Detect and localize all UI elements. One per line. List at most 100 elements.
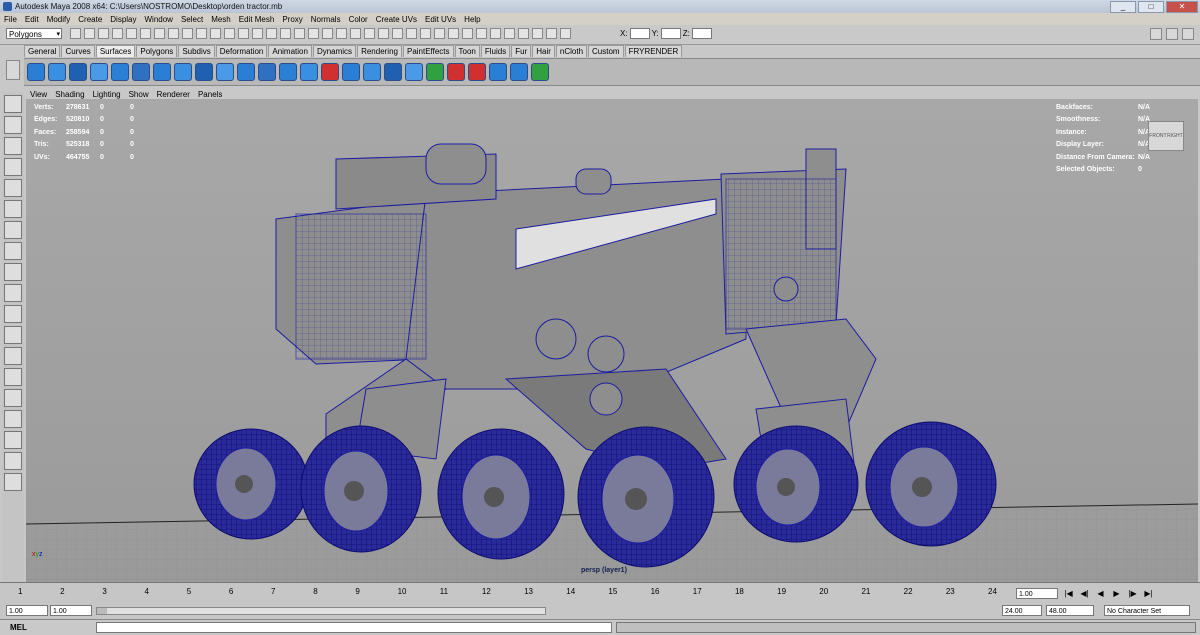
shelf-tab-fur[interactable]: Fur <box>511 45 532 57</box>
status-tool-icon[interactable] <box>434 28 445 39</box>
x-field[interactable] <box>629 28 650 39</box>
shelf-tool-icon[interactable] <box>342 63 360 81</box>
play-forward-icon[interactable]: ▶ <box>1110 588 1123 599</box>
shelf-tab-polygons[interactable]: Polygons <box>136 45 178 57</box>
menu-proxy[interactable]: Proxy <box>278 15 306 24</box>
panel-menu-panels[interactable]: Panels <box>194 90 226 99</box>
command-input[interactable] <box>96 622 612 633</box>
shelf-tab-hair[interactable]: Hair <box>532 45 555 57</box>
toolbox-tool-icon[interactable] <box>4 221 22 239</box>
status-tool-icon[interactable] <box>448 28 459 39</box>
shelf-tool-icon[interactable] <box>237 63 255 81</box>
shelf-tab-surfaces[interactable]: Surfaces <box>95 45 136 57</box>
shelf-tab-fryrender[interactable]: FRYRENDER <box>624 45 683 57</box>
menu-color[interactable]: Color <box>345 15 372 24</box>
toolbox-tool-icon[interactable] <box>4 263 22 281</box>
minimize-button[interactable]: _ <box>1110 1 1136 13</box>
shelf-tab-curves[interactable]: Curves <box>61 45 95 57</box>
shelf-tool-icon[interactable] <box>384 63 402 81</box>
end-time-field[interactable]: 48.00 <box>1046 605 1094 616</box>
menu-edit[interactable]: Edit <box>21 15 43 24</box>
shelf-menu-button[interactable] <box>6 60 20 80</box>
toolbox-tool-icon[interactable] <box>4 116 22 134</box>
start-time-field[interactable]: 1.00 <box>6 605 48 616</box>
shelf-tab-subdivs[interactable]: Subdivs <box>178 45 215 57</box>
menu-file[interactable]: File <box>0 15 21 24</box>
status-tool-icon[interactable] <box>518 28 529 39</box>
status-tool-icon[interactable] <box>308 28 319 39</box>
anim-end-field[interactable]: 24.00 <box>1002 605 1042 616</box>
toolbox-tool-icon[interactable] <box>4 242 22 260</box>
status-tool-icon[interactable] <box>322 28 333 39</box>
status-tool-icon[interactable] <box>70 28 81 39</box>
toolbox-tool-icon[interactable] <box>4 347 22 365</box>
menu-mesh[interactable]: Mesh <box>207 15 235 24</box>
shelf-tab-ncloth[interactable]: nCloth <box>555 45 588 57</box>
status-tool-icon[interactable] <box>406 28 417 39</box>
menu-set-dropdown[interactable]: Polygons <box>6 28 62 40</box>
toolbox-tool-icon[interactable] <box>4 95 22 113</box>
status-tool-icon[interactable] <box>224 28 235 39</box>
current-frame-field[interactable]: 1.00 <box>1016 588 1058 599</box>
status-tool-icon[interactable] <box>462 28 473 39</box>
menu-help[interactable]: Help <box>460 15 484 24</box>
status-tool-icon[interactable] <box>84 28 95 39</box>
status-tool-icon[interactable] <box>126 28 137 39</box>
status-tool-icon[interactable] <box>532 28 543 39</box>
time-slider[interactable]: 1 2 3 4 5 6 7 8 9 10 11 12 13 14 15 16 17 18 19 20 21 22 23 24 … <box>0 582 1200 604</box>
go-to-end-icon[interactable]: ▶| <box>1142 588 1155 599</box>
shelf-tool-icon[interactable] <box>531 63 549 81</box>
menu-window[interactable]: Window <box>141 15 177 24</box>
step-forward-icon[interactable]: |▶ <box>1126 588 1139 599</box>
go-to-start-icon[interactable]: |◀ <box>1062 588 1075 599</box>
menu-display[interactable]: Display <box>106 15 140 24</box>
channel-box-icon[interactable] <box>1182 28 1194 40</box>
panel-menu-shading[interactable]: Shading <box>51 90 88 99</box>
play-back-icon[interactable]: ◀ <box>1094 588 1107 599</box>
status-tool-icon[interactable] <box>140 28 151 39</box>
shelf-tab-rendering[interactable]: Rendering <box>357 45 402 57</box>
shelf-tool-icon[interactable] <box>426 63 444 81</box>
toolbox-tool-icon[interactable] <box>4 158 22 176</box>
close-button[interactable]: ✕ <box>1166 1 1198 13</box>
step-back-icon[interactable]: ◀| <box>1078 588 1091 599</box>
status-tool-icon[interactable] <box>560 28 571 39</box>
y-field[interactable] <box>660 28 681 39</box>
status-tool-icon[interactable] <box>252 28 263 39</box>
toolbox-tool-icon[interactable] <box>4 389 22 407</box>
panel-menu-renderer[interactable]: Renderer <box>153 90 194 99</box>
range-slider-thumb[interactable] <box>97 608 107 614</box>
status-tool-icon[interactable] <box>168 28 179 39</box>
toolbox-tool-icon[interactable] <box>4 179 22 197</box>
shelf-tab-toon[interactable]: Toon <box>454 45 480 57</box>
panel-menu-lighting[interactable]: Lighting <box>89 90 125 99</box>
toolbox-tool-icon[interactable] <box>4 137 22 155</box>
status-tool-icon[interactable] <box>378 28 389 39</box>
attribute-editor-icon[interactable] <box>1150 28 1162 40</box>
shelf-tool-icon[interactable] <box>132 63 150 81</box>
shelf-tool-icon[interactable] <box>174 63 192 81</box>
z-field[interactable] <box>691 28 712 39</box>
menu-edit-mesh[interactable]: Edit Mesh <box>235 15 279 24</box>
shelf-tab-painteffects[interactable]: PaintEffects <box>402 45 454 57</box>
shelf-tool-icon[interactable] <box>447 63 465 81</box>
toolbox-tool-icon[interactable] <box>4 305 22 323</box>
status-tool-icon[interactable] <box>364 28 375 39</box>
toolbox-tool-icon[interactable] <box>4 284 22 302</box>
status-tool-icon[interactable] <box>112 28 123 39</box>
shelf-tool-icon[interactable] <box>90 63 108 81</box>
shelf-tab-deformation[interactable]: Deformation <box>215 45 268 57</box>
mel-label[interactable]: MEL <box>10 623 27 632</box>
shelf-tool-icon[interactable] <box>216 63 234 81</box>
menu-normals[interactable]: Normals <box>307 15 345 24</box>
shelf-tool-icon[interactable] <box>279 63 297 81</box>
shelf-tool-icon[interactable] <box>111 63 129 81</box>
shelf-tool-icon[interactable] <box>195 63 213 81</box>
shelf-tab-general[interactable]: General <box>24 45 61 57</box>
shelf-tab-custom[interactable]: Custom <box>588 45 624 57</box>
shelf-tool-icon[interactable] <box>489 63 507 81</box>
toolbox-tool-icon[interactable] <box>4 368 22 386</box>
status-tool-icon[interactable] <box>196 28 207 39</box>
perspective-viewport[interactable]: Verts: 278631 0 0 Edges: 520810 0 0 Faces: 258594… <box>26 99 1198 582</box>
shelf-tool-icon[interactable] <box>258 63 276 81</box>
